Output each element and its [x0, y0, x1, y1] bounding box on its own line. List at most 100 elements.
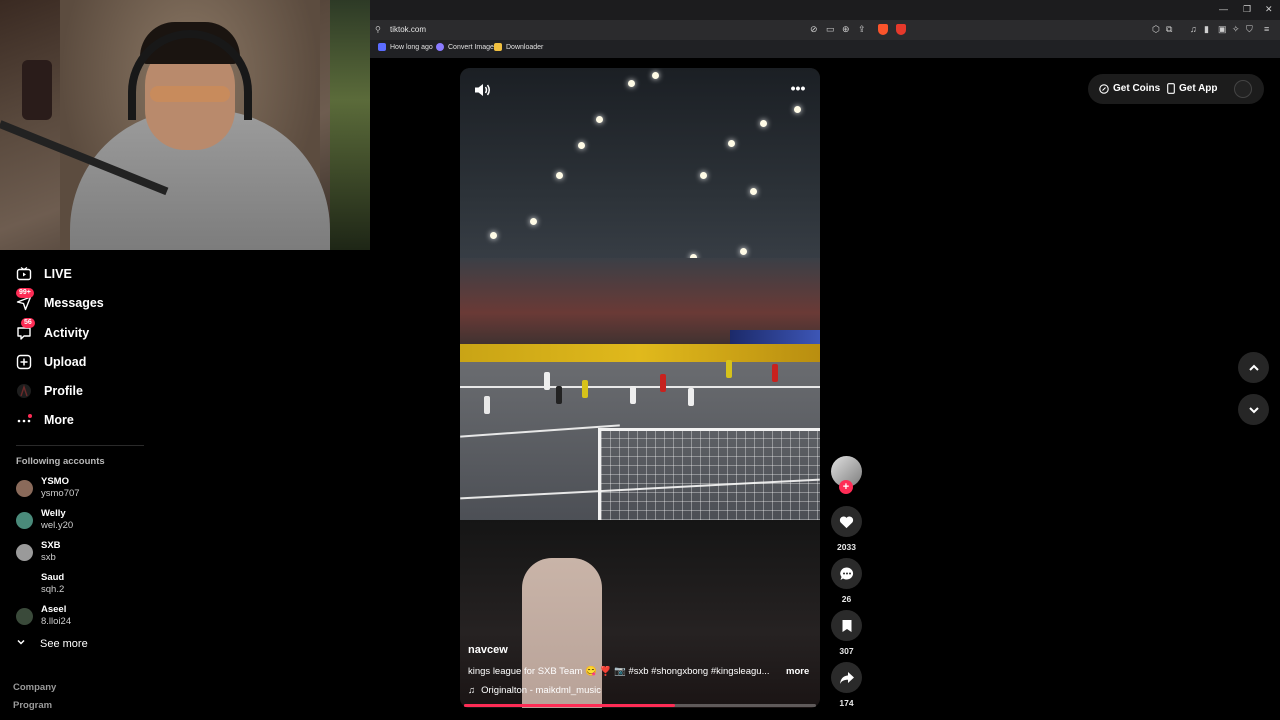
- translate-icon[interactable]: ⧉: [1166, 24, 1172, 35]
- menu-icon[interactable]: ≡: [1264, 24, 1269, 34]
- share-count: 174: [839, 698, 854, 708]
- messages-badge: 99+: [16, 288, 34, 298]
- share-icon[interactable]: ⇪: [858, 24, 866, 35]
- following-account[interactable]: Aseel 8.lloi24: [16, 604, 156, 630]
- previous-video-button[interactable]: [1238, 352, 1269, 383]
- sidebar-item-live[interactable]: LIVE: [16, 263, 72, 285]
- live-tv-icon: [16, 266, 32, 282]
- avatar: [16, 480, 33, 497]
- account-name: SXB: [41, 540, 61, 551]
- zoom-icon[interactable]: ⊕: [842, 24, 850, 35]
- stadium-light: [794, 106, 801, 113]
- bookmark-icon: [436, 43, 444, 51]
- bookmark-how-long-ago[interactable]: How long ago: [378, 43, 433, 51]
- sidebar-item-more[interactable]: More: [16, 409, 74, 431]
- video-music[interactable]: ♫ Originalton - maikdml_music: [468, 685, 601, 696]
- video-player[interactable]: [460, 68, 820, 708]
- foreground-stands: [460, 520, 820, 708]
- webcam-overlay: [0, 0, 370, 250]
- get-coins-button[interactable]: Get Coins: [1099, 83, 1160, 94]
- video-progress-bar[interactable]: [464, 704, 816, 707]
- restore-icon[interactable]: ❐: [1243, 4, 1251, 15]
- music-note-icon: ♫: [468, 685, 476, 696]
- sidebar-item-profile[interactable]: Profile: [16, 380, 83, 402]
- player-figure: [484, 396, 490, 414]
- get-app-button[interactable]: Get App: [1167, 83, 1218, 94]
- vpn-icon[interactable]: ✧: [1232, 24, 1240, 35]
- site-settings-icon[interactable]: ⚲: [375, 25, 381, 34]
- following-account[interactable]: SXB sxb: [16, 540, 156, 566]
- screen: LIVE 99+ Messages 56 Activity Upload Pro…: [0, 0, 1280, 720]
- comment-icon: [839, 566, 853, 580]
- video-author[interactable]: navcew: [468, 644, 508, 656]
- following-account[interactable]: Saud sqh.2: [16, 572, 156, 598]
- sidebar-item-label: More: [44, 413, 74, 427]
- shield-outline-icon[interactable]: ⛉: [1246, 24, 1253, 35]
- following-account[interactable]: Welly wel.y20: [16, 508, 156, 534]
- wallet-icon[interactable]: ▣: [1218, 24, 1227, 35]
- bookmark-downloader[interactable]: Downloader: [494, 43, 543, 51]
- video-options-button[interactable]: •••: [788, 80, 808, 100]
- like-button[interactable]: [831, 506, 862, 537]
- profile-avatar-icon: [16, 383, 32, 399]
- share-arrow-icon: [839, 671, 854, 684]
- player-figure: [726, 360, 732, 378]
- top-actions-bar: Get Coins Get App: [1088, 74, 1264, 104]
- see-more-button[interactable]: See more: [16, 637, 88, 650]
- account-handle: ysmo707: [41, 488, 80, 499]
- sidebar-item-upload[interactable]: Upload: [16, 351, 86, 373]
- brave-shield-icon[interactable]: [878, 24, 888, 35]
- phone-icon: [1167, 83, 1175, 94]
- player-figure: [772, 364, 778, 382]
- avatar: [16, 512, 33, 529]
- account-handle: sxb: [41, 552, 56, 563]
- bookmark-convert-image[interactable]: Convert Image: [436, 43, 494, 51]
- stadium-light: [760, 120, 767, 127]
- advertising-board: [460, 344, 820, 362]
- player-figure: [582, 380, 588, 398]
- account-handle: wel.y20: [41, 520, 74, 531]
- bookmark-label: Downloader: [506, 43, 544, 51]
- volume-button[interactable]: [472, 80, 492, 100]
- address-bar[interactable]: ⚲ tiktok.com ⊘ ▭ ⊕ ⇪ ⬡ ⧉ ♫ ▮ ▣ ✧ ⛉ ≡: [370, 20, 1280, 40]
- rewards-icon[interactable]: [896, 24, 906, 35]
- account-handle: sqh.2: [41, 584, 65, 595]
- follow-plus-button[interactable]: +: [839, 480, 853, 494]
- stadium-light: [596, 116, 603, 123]
- extensions-icon[interactable]: ⬡: [1152, 24, 1160, 35]
- user-avatar[interactable]: [1234, 80, 1252, 98]
- sidebar-toggle-icon[interactable]: ▮: [1204, 24, 1209, 35]
- bookmark-icon: [378, 43, 386, 51]
- bookmark-icon: [842, 619, 851, 632]
- minimize-icon[interactable]: —: [1219, 4, 1228, 14]
- account-name: Aseel: [41, 604, 67, 615]
- footer-link-company[interactable]: Company: [13, 682, 56, 693]
- stadium-light: [578, 142, 585, 149]
- avatar: [16, 576, 33, 593]
- next-video-button[interactable]: [1238, 394, 1269, 425]
- account-handle: 8.lloi24: [41, 616, 72, 627]
- share-button[interactable]: [831, 662, 862, 693]
- chat-bubble-icon: 56: [16, 318, 35, 341]
- stadium-light: [556, 172, 563, 179]
- save-button[interactable]: [831, 610, 862, 641]
- music-icon[interactable]: ♫: [1190, 24, 1197, 34]
- like-count: 2033: [837, 542, 856, 552]
- sidebar-item-activity[interactable]: 56 Activity: [16, 318, 89, 344]
- more-dots-icon: •••: [790, 80, 806, 96]
- chevron-down-icon: [1248, 406, 1259, 413]
- goal-net: [598, 428, 820, 523]
- caption-more-button[interactable]: more: [786, 666, 809, 677]
- account-name: Saud: [41, 572, 65, 583]
- sidebar-item-label: Messages: [44, 296, 104, 310]
- cast-icon[interactable]: ▭: [826, 24, 835, 35]
- footer-link-program[interactable]: Program: [13, 700, 52, 711]
- following-account[interactable]: YSMO ysmo707: [16, 476, 156, 502]
- comment-button[interactable]: [831, 558, 862, 589]
- tracking-off-icon[interactable]: ⊘: [810, 24, 818, 35]
- account-name: Welly: [41, 508, 66, 519]
- sidebar-item-messages[interactable]: 99+ Messages: [16, 288, 104, 314]
- close-icon[interactable]: ✕: [1265, 4, 1273, 15]
- comment-count: 26: [841, 594, 852, 604]
- plus-square-icon: [16, 354, 32, 370]
